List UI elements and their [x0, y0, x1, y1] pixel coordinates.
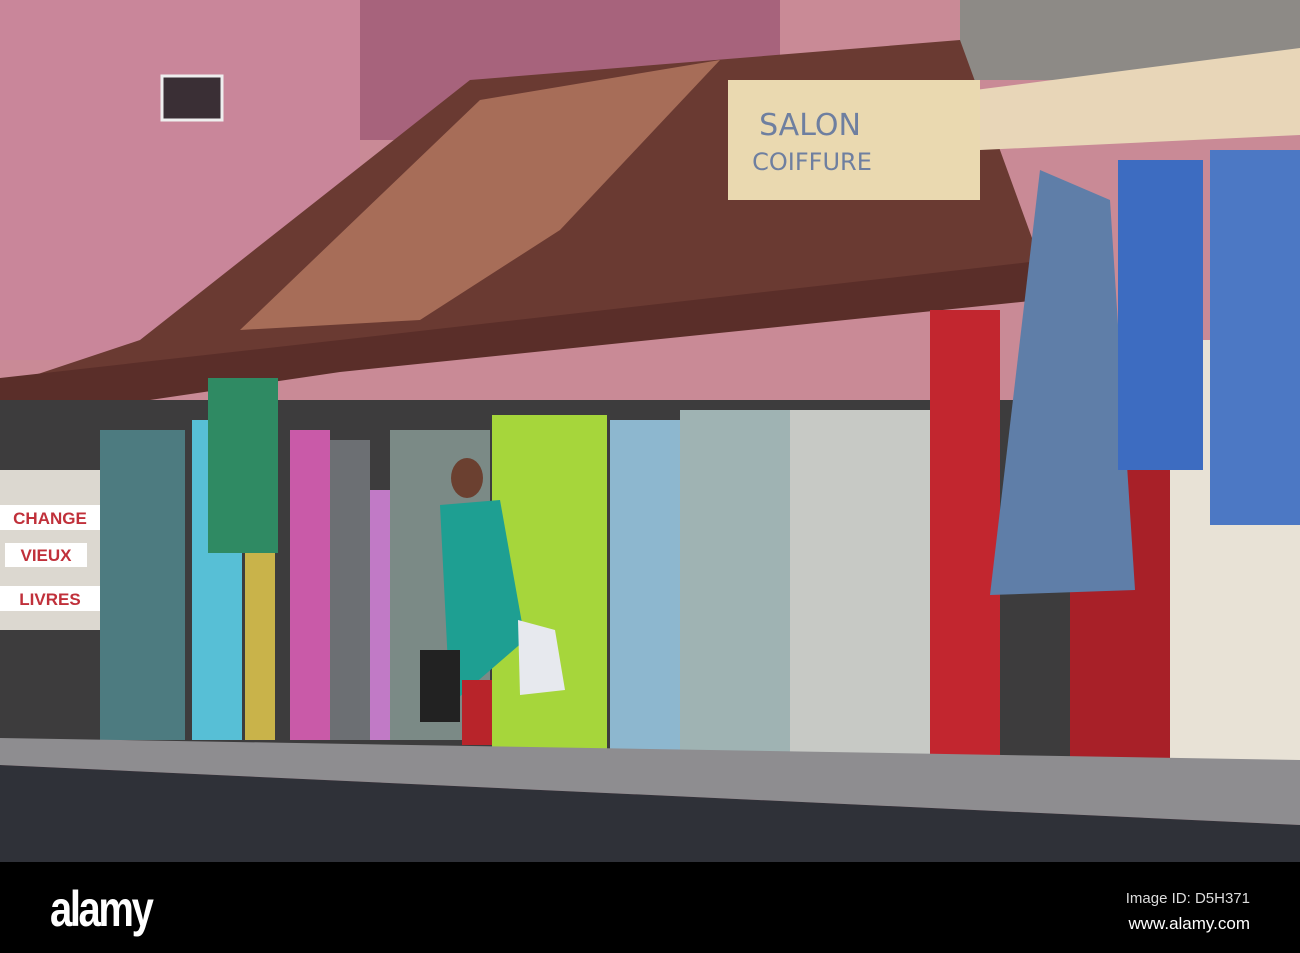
grey-door — [330, 440, 370, 740]
striped-curtain — [1210, 150, 1300, 525]
salon-sign-line1: SALON — [759, 108, 861, 143]
street-scene-photo: SALON COIFFURE CHANGE VIEUX LIVRES — [0, 0, 1300, 862]
salon-sign-line2: COIFFURE — [752, 148, 872, 176]
change-sign-text: CHANGE — [13, 509, 87, 528]
red-panel — [930, 310, 1000, 765]
website-link: www.alamy.com — [1128, 914, 1250, 933]
yellow-door — [245, 550, 275, 740]
weathered-door — [680, 410, 790, 755]
vieux-sign-text: VIEUX — [20, 546, 72, 565]
striped-curtain — [1118, 160, 1203, 470]
watermark-footer: alamy Image ID: D5H371 www.alamy.com — [0, 862, 1300, 953]
green-cloth — [208, 378, 278, 553]
teal-door — [100, 430, 185, 740]
image-id: Image ID: D5H371 — [1125, 890, 1250, 907]
purple-door — [370, 490, 390, 740]
pink-door — [290, 430, 330, 740]
alamy-logo: alamy — [50, 881, 154, 937]
livres-sign-text: LIVRES — [19, 590, 80, 609]
stock-photo: SALON COIFFURE CHANGE VIEUX LIVRES alamy… — [0, 0, 1300, 953]
light-blue-door — [610, 420, 680, 755]
window — [160, 74, 224, 122]
